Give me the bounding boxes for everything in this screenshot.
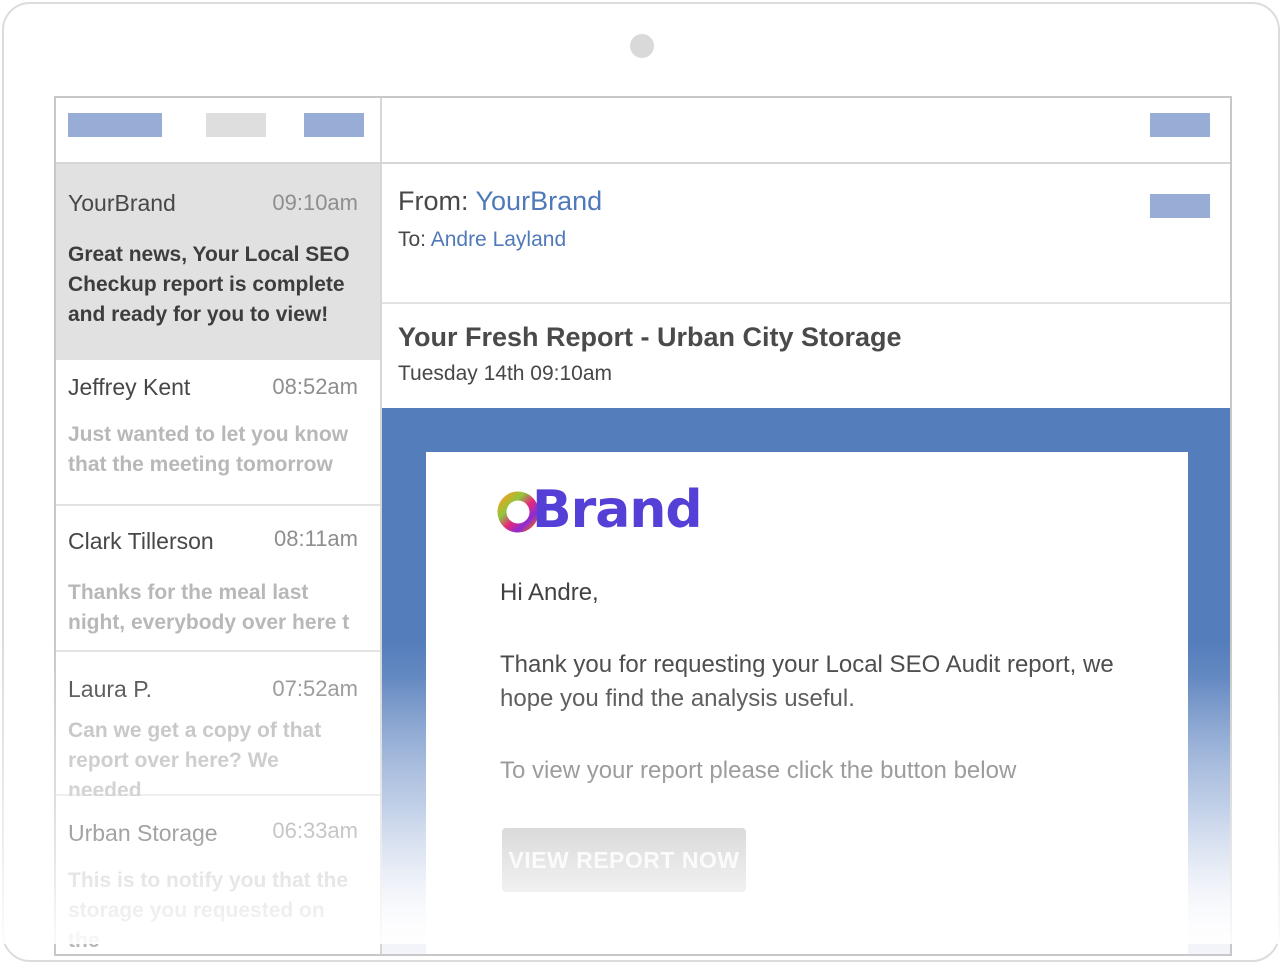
brand-logo: Brand <box>496 480 703 540</box>
email-body-card: Brand Hi Andre, Thank you for requesting… <box>426 452 1188 954</box>
toolbar-button-1[interactable] <box>68 113 162 137</box>
email-subject-area: Your Fresh Report - Urban City Storage T… <box>382 304 1230 408</box>
to-line: To: Andre Layland <box>398 228 566 252</box>
message-sender: Laura P. <box>68 676 152 702</box>
toolbar-action-button[interactable] <box>1150 113 1210 137</box>
from-line: From: YourBrand <box>398 186 602 217</box>
view-report-button[interactable]: VIEW REPORT NOW <box>502 828 746 892</box>
to-recipient-link[interactable]: Andre Layland <box>431 228 566 251</box>
email-client-screen: YourBrand 09:10am Great news, Your Local… <box>54 96 1232 956</box>
preview-line: This is to notify you that the <box>68 869 348 892</box>
to-label: To: <box>398 228 431 251</box>
email-header-action-button[interactable] <box>1150 194 1210 218</box>
from-label: From: <box>398 186 476 216</box>
message-preview: Just wanted to let you know that the mee… <box>68 420 358 480</box>
toolbar-button-3[interactable] <box>304 113 364 137</box>
message-sender: YourBrand <box>68 190 176 216</box>
message-time: 06:33am <box>272 818 358 843</box>
inbox-message-laura-p[interactable]: Laura P. 07:52am Can we get a copy of th… <box>56 652 380 802</box>
message-preview: Can we get a copy of that report over he… <box>68 716 358 806</box>
reading-pane: From: YourBrand To: Andre Layland Your F… <box>382 164 1230 954</box>
inbox-toolbar <box>56 98 382 164</box>
preview-line: and ready for you to view! <box>68 303 329 326</box>
preview-line: Just wanted to let you know <box>68 423 349 446</box>
preview-line: Thanks for the meal last <box>68 581 309 604</box>
preview-line: Great news, Your Local SEO <box>68 243 350 266</box>
inbox-message-jeffrey-kent[interactable]: Jeffrey Kent 08:52am Just wanted to let … <box>56 360 380 506</box>
inbox-list: YourBrand 09:10am Great news, Your Local… <box>56 164 382 954</box>
preview-line: Checkup report is complete <box>68 273 345 296</box>
email-greeting: Hi Andre, <box>500 579 599 606</box>
message-preview: This is to notify you that the storage y… <box>68 866 358 954</box>
message-sender: Urban Storage <box>68 820 218 846</box>
camera-dot <box>630 34 654 58</box>
message-sender: Jeffrey Kent <box>68 374 191 400</box>
email-header: From: YourBrand To: Andre Layland <box>382 164 1230 304</box>
message-time: 07:52am <box>272 676 358 701</box>
message-time: 08:11am <box>274 526 358 551</box>
message-sender: Clark Tillerson <box>68 528 214 554</box>
paragraph-line: hope you find the analysis useful. <box>500 685 855 712</box>
email-body-background: Brand Hi Andre, Thank you for requesting… <box>382 408 1230 954</box>
from-sender-link[interactable]: YourBrand <box>476 186 603 216</box>
inbox-message-urban-storage[interactable]: Urban Storage 06:33am This is to notify … <box>56 796 380 954</box>
preview-line: that the meeting tomorrow <box>68 453 333 476</box>
email-paragraph-2: To view your report please click the but… <box>500 757 1017 784</box>
paragraph-line: Thank you for requesting your Local SEO … <box>500 651 1114 678</box>
preview-line: night, everybody over here t <box>68 611 350 634</box>
email-paragraph-1: Thank you for requesting your Local SEO … <box>500 648 1150 716</box>
brand-logo-text: Brand <box>532 480 703 540</box>
toolbar-button-2[interactable] <box>206 113 266 137</box>
message-preview: Thanks for the meal last night, everybod… <box>68 578 358 638</box>
reading-toolbar <box>382 98 1230 164</box>
inbox-message-clark-tillerson[interactable]: Clark Tillerson 08:11am Thanks for the m… <box>56 506 380 652</box>
message-time: 08:52am <box>272 374 358 399</box>
preview-line: Can we get a copy of that <box>68 719 322 742</box>
preview-line: storage you requested on the <box>68 899 325 952</box>
message-preview: Great news, Your Local SEO Checkup repor… <box>68 240 358 330</box>
email-subject: Your Fresh Report - Urban City Storage <box>398 322 902 352</box>
email-date: Tuesday 14th 09:10am <box>398 362 613 385</box>
message-time: 09:10am <box>272 190 358 215</box>
inbox-message-yourbrand[interactable]: YourBrand 09:10am Great news, Your Local… <box>56 164 380 360</box>
